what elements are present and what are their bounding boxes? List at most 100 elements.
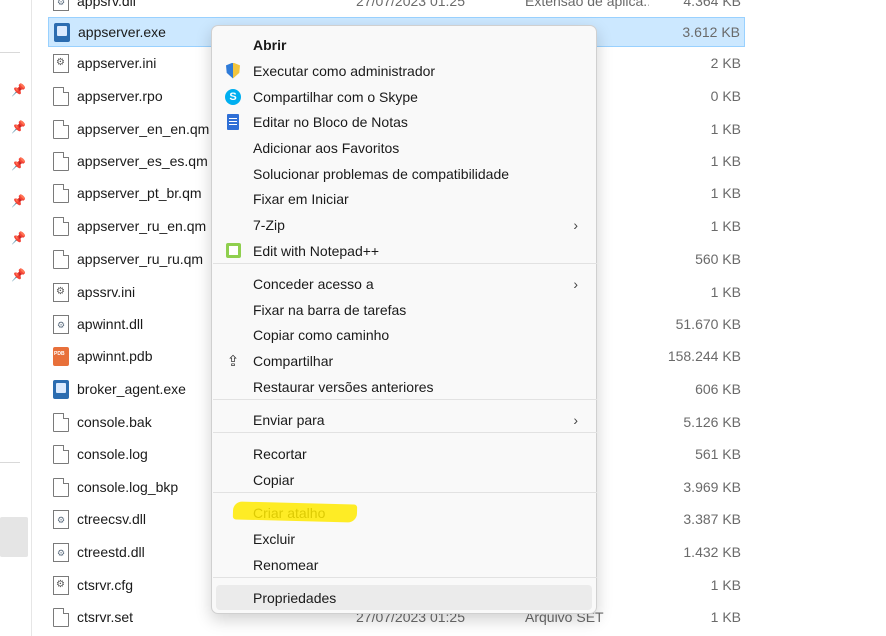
menu-item-compartilhar[interactable]: ⇪ Compartilhar: [216, 348, 592, 373]
menu-item-abrir[interactable]: Abrir: [216, 32, 592, 57]
share-icon: ⇪: [226, 352, 240, 370]
file-name: apwinnt.pdb: [77, 348, 153, 364]
chevron-right-icon: ›: [573, 275, 578, 292]
menu-item-label: Copiar: [253, 471, 295, 488]
menu-item-renomear[interactable]: Renomear: [216, 552, 592, 577]
file-size: 51.670 KB: [675, 316, 741, 332]
file-row[interactable]: appsrv.dll 27/07/2023 01:25 Extensão de ap…: [48, 0, 745, 16]
menu-item-label: Adicionar aos Favoritos: [253, 139, 400, 156]
file-name: console.log: [77, 446, 148, 462]
file-name: appserver_pt_br.qm: [77, 185, 202, 201]
exe-icon: [54, 22, 70, 42]
dll-icon: [53, 0, 69, 11]
document-icon: [53, 249, 69, 269]
document-icon: [53, 607, 69, 627]
menu-separator: [213, 263, 597, 264]
document-icon: [53, 119, 69, 139]
skype-icon: S: [224, 88, 242, 106]
file-size: 3.612 KB: [682, 24, 740, 40]
menu-item-fixar-em-iniciar[interactable]: Fixar em Iniciar: [216, 186, 592, 211]
menu-separator: [213, 492, 597, 493]
file-size: 158.244 KB: [667, 348, 741, 364]
document-icon: [53, 477, 69, 497]
menu-item-label: Solucionar problemas de compatibilidade: [253, 165, 510, 182]
menu-item-label: Excluir: [253, 530, 296, 547]
pin-icon[interactable]: 📌: [11, 269, 26, 281]
menu-item-excluir[interactable]: Excluir: [216, 526, 592, 551]
document-icon: [53, 86, 69, 106]
menu-item-label: Renomear: [253, 556, 319, 573]
file-size: 3.969 KB: [683, 479, 741, 495]
menu-item-adicionar-aos-favoritos[interactable]: Adicionar aos Favoritos: [216, 135, 592, 160]
nav-divider: [0, 462, 20, 463]
pin-icon[interactable]: 📌: [11, 195, 26, 207]
file-name: ctsrvr.cfg: [77, 577, 134, 593]
pin-icon[interactable]: 📌: [11, 232, 26, 244]
menu-item-label: Recortar: [253, 445, 307, 462]
menu-item-label: Executar como administrador: [253, 62, 436, 79]
file-name: appsrv.dll: [77, 0, 136, 9]
menu-item-label: Abrir: [253, 36, 287, 53]
menu-item-label: Compartilhar: [253, 352, 334, 369]
menu-separator: [213, 399, 597, 400]
file-size: 560 KB: [695, 251, 741, 267]
config-file-icon: [53, 575, 69, 595]
menu-item-7-zip[interactable]: 7-Zip ›: [216, 212, 592, 237]
menu-item-conceder-acesso-a[interactable]: Conceder acesso a ›: [216, 271, 592, 296]
highlighter-mark: [232, 501, 358, 523]
file-size: 4.364 KB: [683, 0, 741, 9]
file-name: appserver.exe: [78, 24, 166, 40]
file-name: apwinnt.dll: [77, 316, 144, 332]
menu-item-label: Conceder acesso a: [253, 275, 374, 292]
menu-item-recortar[interactable]: Recortar: [216, 441, 592, 466]
uac-shield-icon: [224, 62, 242, 80]
file-name: console.bak: [77, 414, 152, 430]
menu-item-copiar-como-caminho[interactable]: Copiar como caminho: [216, 322, 592, 347]
menu-item-solucionar-problemas-de-compatibilidade[interactable]: Solucionar problemas de compatibilidade: [216, 161, 592, 186]
pin-icon[interactable]: 📌: [11, 158, 26, 170]
menu-item-editar-no-bloco-de-notas[interactable]: Editar no Bloco de Notas: [216, 109, 592, 134]
file-size: 1 KB: [710, 153, 741, 169]
menu-item-label: 7-Zip: [253, 216, 285, 233]
menu-item-label: Copiar como caminho: [253, 326, 390, 343]
file-size: 1 KB: [710, 577, 741, 593]
file-name: appserver_ru_ru.qm: [77, 251, 204, 267]
menu-item-label: Enviar para: [253, 411, 325, 428]
menu-item-compartilhar-com-o-skype[interactable]: S Compartilhar com o Skype: [216, 84, 592, 109]
file-date: 27/07/2023 01:25: [356, 0, 465, 9]
menu-item-edit-with-notepad[interactable]: Edit with Notepad++: [216, 238, 592, 263]
file-size: 1 KB: [710, 121, 741, 137]
file-size: 1 KB: [710, 218, 741, 234]
nav-selected-item[interactable]: [0, 517, 28, 557]
file-size: 5.126 KB: [683, 414, 741, 430]
menu-separator: [213, 577, 597, 578]
pin-icon[interactable]: 📌: [11, 84, 26, 96]
file-size: 3.387 KB: [683, 511, 741, 527]
menu-item-propriedades[interactable]: Propriedades: [216, 585, 592, 610]
document-icon: [53, 444, 69, 464]
menu-item-label: Restaurar versões anteriores: [253, 378, 434, 395]
file-size: 2 KB: [710, 55, 741, 71]
menu-item-enviar-para[interactable]: Enviar para ›: [216, 407, 592, 432]
pin-icon[interactable]: 📌: [11, 121, 26, 133]
menu-item-copiar[interactable]: Copiar: [216, 467, 592, 492]
menu-item-fixar-na-barra-de-tarefas[interactable]: Fixar na barra de tarefas: [216, 297, 592, 322]
file-size: 1 KB: [710, 609, 741, 625]
menu-item-restaurar-versoes-anteriores[interactable]: Restaurar versões anteriores: [216, 374, 592, 399]
document-icon: [53, 183, 69, 203]
pdb-icon: [53, 346, 69, 366]
file-name: appserver_en_en.qm: [77, 121, 210, 137]
dll-icon: [53, 509, 69, 529]
menu-item-label: Fixar na barra de tarefas: [253, 301, 407, 318]
document-icon: [53, 151, 69, 171]
file-name: ctreecsv.dll: [77, 511, 146, 527]
file-size: 0 KB: [710, 88, 741, 104]
file-name: appserver_es_es.qm: [77, 153, 208, 169]
menu-item-label: Fixar em Iniciar: [253, 190, 349, 207]
dll-icon: [53, 314, 69, 334]
menu-item-executar-como-administrador[interactable]: Executar como administrador: [216, 58, 592, 83]
document-icon: [53, 412, 69, 432]
exe-icon: [53, 379, 69, 399]
file-name: apssrv.ini: [77, 284, 136, 300]
document-icon: [53, 216, 69, 236]
